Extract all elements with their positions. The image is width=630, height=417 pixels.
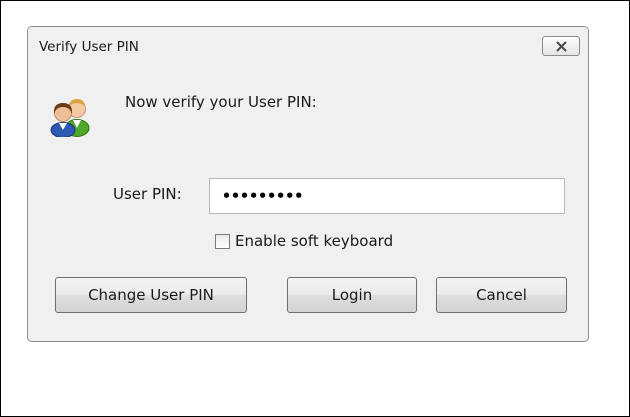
users-icon [50,99,90,137]
change-user-pin-button[interactable]: Change User PIN [55,277,247,313]
close-icon [556,41,567,52]
soft-keyboard-checkbox[interactable] [215,234,230,249]
login-button[interactable]: Login [287,277,417,313]
dialog-title: Verify User PIN [39,39,139,55]
close-button[interactable] [542,36,580,56]
cancel-button[interactable]: Cancel [436,277,567,313]
title-bar: Verify User PIN [28,27,588,68]
screenshot-frame: Verify User PIN Now verify your User PIN… [0,0,630,417]
user-pin-label: User PIN: [113,185,182,203]
verify-pin-dialog: Verify User PIN Now verify your User PIN… [27,26,589,342]
user-pin-input[interactable] [209,178,565,214]
prompt-text: Now verify your User PIN: [125,93,317,111]
soft-keyboard-label[interactable]: Enable soft keyboard [235,232,393,250]
